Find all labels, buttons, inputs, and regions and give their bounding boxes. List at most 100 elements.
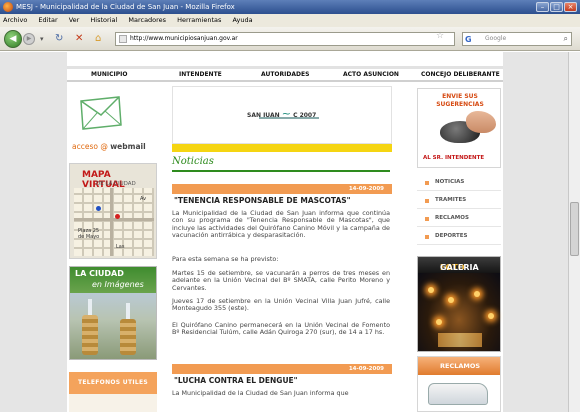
forward-button[interactable]: ▶ [23,33,35,45]
hand-icon [466,111,496,133]
suggestions-line1: ENVIE SUS [442,93,478,100]
photo-gallery-box[interactable]: FOTO GALERIA [417,256,501,352]
nav-acto-asuncion[interactable]: ACTO ASUNCION [343,71,399,78]
right-nav-noticias[interactable]: NOTICIAS [417,174,501,191]
suggestions-footer: AL SR. INTENDENTE [423,155,485,161]
scrollbar-thumb[interactable] [570,202,579,256]
vertical-scrollbar[interactable] [568,52,580,412]
search-box[interactable]: G Google ⌕ [462,32,572,46]
suggestions-line2: SUGERENCIAS [436,101,484,108]
search-placeholder: Google [485,35,507,42]
news-paragraph: La Municipalidad de la Ciudad de San Jua… [172,209,390,240]
bullet-icon [425,217,429,221]
map-title: MAPA VIRTUAL [82,170,125,190]
back-button[interactable]: ◀ [4,30,22,48]
left-bottom-box [69,394,157,412]
gallery-photo [418,273,500,351]
navigation-toolbar: ◀ ▶ ▾ ↻ ✕ ⌂ http://www.municipiosanjuan.… [0,27,580,51]
map-subtitle: DE LA CIUDAD [96,181,136,187]
site-favicon [119,35,127,43]
news-paragraph: Martes 15 de setiembre, se vacunarán a p… [172,269,390,292]
news-paragraph: La Municipalidad de la Ciudad de San Jua… [172,389,349,397]
menu-historial[interactable]: Historial [90,16,117,24]
at-icon: @ [100,142,111,151]
news-title-text: Noticias [172,156,214,167]
webmail-link[interactable]: acceso @ webmail [72,142,146,151]
map-label-las: Las [116,244,125,250]
menu-ver[interactable]: Ver [69,16,80,24]
home-icon[interactable]: ⌂ [95,33,101,45]
virtual-map-box[interactable]: MAPA VIRTUAL DE LA CIUDAD Plaza 25 de Ma… [69,163,157,259]
map-thumbnail: Plaza 25 de Mayo Av Las [74,188,154,256]
reload-icon[interactable]: ↻ [55,33,63,45]
bookmark-star-icon[interactable]: ☆ [436,31,444,41]
photo-gallery-header: FOTO GALERIA [418,257,500,273]
gallery-label-b: GALERIA [440,263,479,272]
maximize-button[interactable]: □ [550,2,563,12]
city-images-header: LA CIUDAD en Imágenes [70,267,156,293]
menu-herramientas[interactable]: Herramientas [177,16,221,24]
menu-ayuda[interactable]: Ayuda [233,16,253,24]
right-nav-deportes[interactable]: DEPORTES [417,228,501,245]
right-nav-tramites[interactable]: TRAMITES [417,192,501,209]
logo-underline [259,117,319,119]
news-title-underline [172,170,390,172]
webmail-label: webmail [110,142,146,151]
right-nav-label: DEPORTES [435,233,468,239]
right-nav-label: TRAMITES [435,197,467,203]
right-nav-label: NOTICIAS [435,179,465,185]
right-nav-reclamos[interactable]: RECLAMOS [417,210,501,227]
phone-numbers-link[interactable]: TELEFONOS UTILES [69,372,157,394]
bullet-icon [425,199,429,203]
bullet-icon [425,181,429,185]
header-banner: SAN JUAN ~ C 2007 [172,86,392,144]
nav-autoridades[interactable]: AUTORIDADES [261,71,309,78]
bullet-icon [425,235,429,239]
map-label-plaza: Plaza 25 de Mayo [78,228,100,240]
news-headline[interactable]: "TENENCIA RESPONSABLE DE MASCOTAS" [174,196,351,205]
history-dropdown-icon[interactable]: ▾ [40,33,44,45]
minimize-button[interactable]: – [536,2,549,12]
news-paragraph: Jueves 17 de setiembre en la Unión Vecin… [172,297,390,313]
complaints-box[interactable]: RECLAMOS [417,356,501,412]
nav-concejo-deliberante[interactable]: CONCEJO DELIBERANTE [421,71,500,78]
menu-bar: Archivo Editar Ver Historial Marcadores … [0,14,580,27]
news-date: 14-09-2009 [172,364,392,374]
banner-stripe [172,144,392,152]
right-nav-label: RECLAMOS [435,215,469,221]
google-icon: G [465,35,472,44]
city-images-box[interactable]: LA CIUDAD en Imágenes [69,266,157,360]
firefox-icon [3,2,13,12]
window-title: MESJ - Municipalidad de la Ciudad de San… [16,3,235,11]
news-headline[interactable]: "LUCHA CONTRA EL DENGUE" [174,376,298,385]
nav-municipio[interactable]: MUNICIPIO [91,71,127,78]
complaints-header: RECLAMOS [418,357,500,375]
city-photo [70,293,156,359]
complaints-label: RECLAMOS [440,362,481,370]
city-images-subtitle: en Imágenes [92,280,144,289]
news-date: 14-09-2009 [172,184,392,194]
address-bar[interactable]: http://www.municipiosanjuan.gov.ar [115,32,455,46]
menu-marcadores[interactable]: Marcadores [128,16,166,24]
suggestions-box[interactable]: ENVIE SUS SUGERENCIAS AL SR. INTENDENTE [417,88,501,168]
map-pin-icon [115,214,120,219]
webmail-prefix: acceso [72,142,98,151]
envelope-icon [80,96,122,130]
close-button[interactable]: × [564,2,577,12]
nav-intendente[interactable]: INTENDENTE [179,71,222,78]
map-label-av: Av [140,196,147,202]
url-text: http://www.municipiosanjuan.gov.ar [130,35,238,42]
search-icon[interactable]: ⌕ [564,33,568,45]
stop-icon[interactable]: ✕ [75,33,83,45]
menu-archivo[interactable]: Archivo [3,16,27,24]
city-images-title: LA CIUDAD [75,269,124,278]
vehicle-icon [428,383,488,405]
news-section-title: Noticias [172,156,390,172]
site-nav: MUNICIPIO INTENDENTE AUTORIDADES ACTO AS… [67,66,503,82]
map-pin-icon [96,206,101,211]
right-nav: NOTICIAS TRAMITES RECLAMOS DEPORTES [417,172,501,252]
menu-editar[interactable]: Editar [38,16,57,24]
news-paragraph: Para esta semana se ha previsto: [172,255,279,263]
window-titlebar: MESJ - Municipalidad de la Ciudad de San… [0,0,580,14]
news-paragraph: El Quirófano Canino permanecerá en la Un… [172,321,390,337]
